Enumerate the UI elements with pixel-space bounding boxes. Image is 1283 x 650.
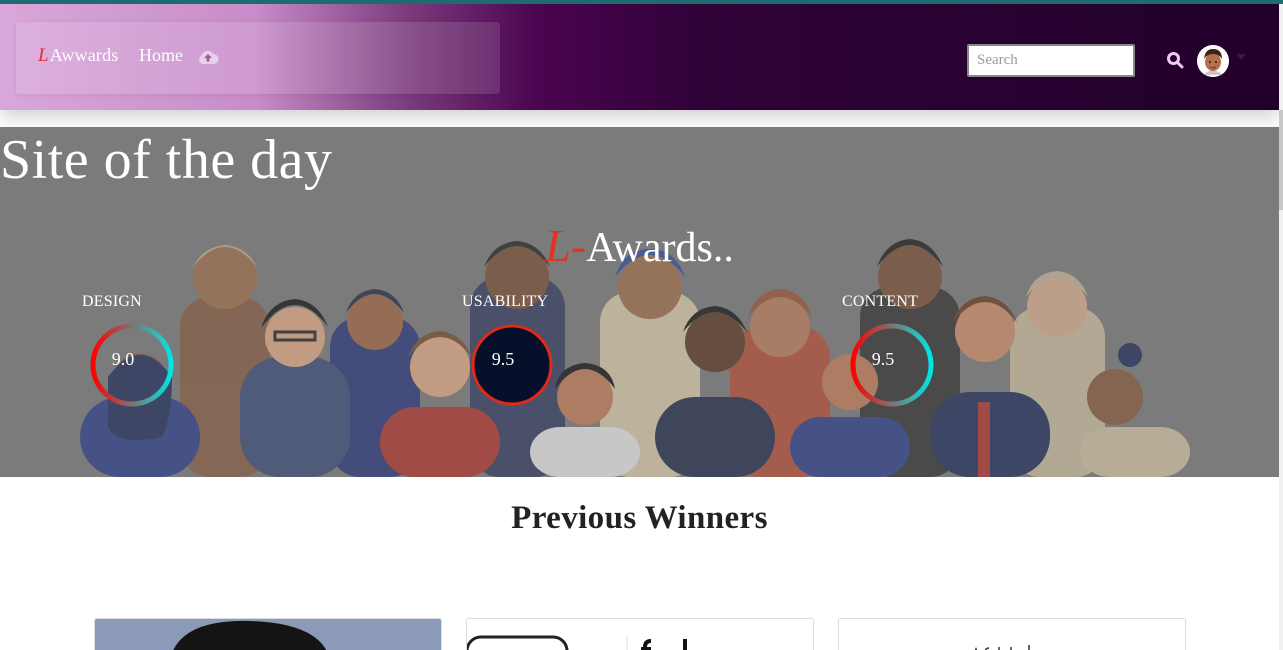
brand-logo-glyph: L	[38, 45, 49, 66]
site-brand-glyph: L-	[545, 220, 587, 271]
site-brand-text: Awards..	[586, 225, 734, 271]
winner-card[interactable]	[94, 618, 442, 650]
user-avatar[interactable]	[1197, 45, 1229, 77]
page-title: Site of the day	[0, 129, 333, 191]
chevron-down-icon[interactable]	[1236, 54, 1246, 60]
search-icon[interactable]	[1166, 51, 1184, 69]
winner-thumbnail	[839, 619, 1185, 650]
winner-thumbnail	[467, 619, 813, 650]
score-value-usability: 9.5	[491, 349, 515, 369]
winner-card[interactable]	[466, 618, 814, 650]
navbar: LAwwards Home	[0, 4, 1279, 110]
hero-section: Site of the day L-Awards.. DESIGN 9.0 US…	[0, 127, 1279, 477]
score-label-usability: USABILITY	[462, 293, 549, 310]
cloud-upload-icon[interactable]	[197, 49, 219, 65]
previous-winners-heading: Previous Winners	[511, 500, 768, 536]
search-input[interactable]	[967, 44, 1135, 77]
score-value-content: 9.5	[871, 349, 895, 369]
score-label-design: DESIGN	[82, 293, 142, 310]
site-brand-title: L-Awards..	[0, 219, 1279, 272]
scrollbar-track[interactable]	[1279, 4, 1283, 650]
brand-link[interactable]: LAwwards	[38, 45, 119, 67]
score-value-design: 9.0	[111, 349, 135, 369]
brand-text: Awwards	[49, 45, 119, 65]
winner-card[interactable]	[838, 618, 1186, 650]
scrollbar-thumb[interactable]	[1279, 110, 1283, 210]
winner-thumbnail	[95, 619, 441, 650]
nav-home-link[interactable]: Home	[139, 45, 183, 66]
avatar-face-icon	[1197, 45, 1229, 77]
score-label-content: CONTENT	[842, 293, 919, 310]
